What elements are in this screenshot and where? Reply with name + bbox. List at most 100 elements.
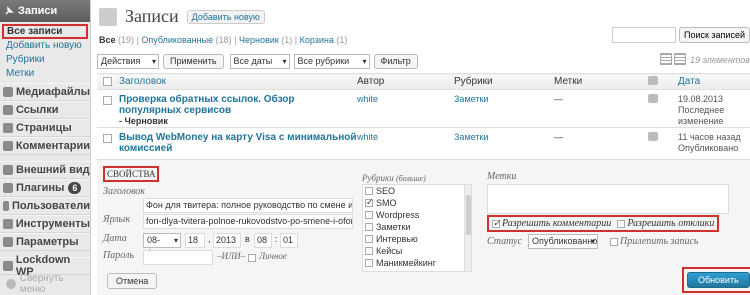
month-select[interactable]: 08-Авг bbox=[143, 233, 181, 258]
private-label: Личное bbox=[259, 251, 287, 261]
status-select[interactable]: Опубликованно bbox=[528, 234, 599, 249]
menu-plugins[interactable]: Плагины 6 bbox=[0, 179, 90, 197]
links-icon bbox=[3, 105, 13, 115]
category-item[interactable]: Интервью bbox=[363, 233, 471, 245]
status-label: Статус bbox=[487, 236, 523, 247]
sticky-label: Прилепить запись bbox=[620, 236, 699, 247]
scrollbar-thumb[interactable] bbox=[466, 195, 471, 235]
update-button[interactable]: Обновить bbox=[687, 272, 750, 288]
dates-select[interactable]: Все даты bbox=[229, 53, 290, 69]
category-checkbox[interactable] bbox=[365, 259, 373, 267]
comment-count-icon[interactable] bbox=[648, 94, 658, 103]
allow-pings-checkbox[interactable] bbox=[617, 219, 626, 228]
media-icon bbox=[3, 87, 13, 97]
select-all-checkbox[interactable] bbox=[103, 76, 112, 86]
post-date-status: Последнее bbox=[678, 105, 725, 115]
appearance-icon bbox=[3, 165, 13, 175]
category-checkbox[interactable] bbox=[365, 235, 373, 243]
category-checkbox[interactable] bbox=[365, 223, 373, 231]
menu-links-label: Ссылки bbox=[16, 104, 59, 116]
comments-column-icon[interactable] bbox=[648, 75, 658, 85]
menu-posts[interactable]: Записи bbox=[0, 0, 90, 22]
menu-users[interactable]: Пользователи bbox=[0, 197, 90, 215]
search-button[interactable]: Поиск записей bbox=[678, 27, 750, 43]
category-checkbox[interactable] bbox=[365, 247, 373, 255]
category-item[interactable]: Маникмейкинг bbox=[363, 257, 471, 269]
post-category[interactable]: Заметки bbox=[454, 89, 554, 128]
year-input[interactable]: 2013 bbox=[213, 233, 241, 248]
title-label: Заголовок bbox=[103, 186, 145, 197]
post-author[interactable]: white bbox=[357, 89, 454, 128]
submenu-categories[interactable]: Рубрики bbox=[0, 53, 90, 67]
menu-settings[interactable]: Параметры bbox=[0, 233, 90, 251]
slug-input[interactable]: fon-dlya-tvitera-polnoe-rukovodstvo-po-s… bbox=[143, 214, 353, 229]
column-date[interactable]: Дата bbox=[678, 73, 750, 90]
category-item[interactable]: Кейсы bbox=[363, 245, 471, 257]
sticky-checkbox[interactable] bbox=[610, 237, 619, 246]
view-mode-switch bbox=[658, 53, 686, 65]
post-date: 11 часов назад bbox=[678, 132, 741, 142]
category-item[interactable]: Заметки bbox=[363, 221, 471, 233]
menu-media-label: Медиафайлы bbox=[15, 86, 90, 98]
submenu-add-new[interactable]: Добавить новую bbox=[0, 39, 90, 53]
post-category[interactable]: Заметки bbox=[454, 127, 554, 161]
password-input[interactable] bbox=[143, 250, 213, 265]
comment-count-icon[interactable] bbox=[648, 132, 658, 141]
quick-edit-panel: СВОЙСТВА Заголовок Фон для твитера: полн… bbox=[97, 159, 750, 295]
cancel-button[interactable]: Отмена bbox=[107, 273, 158, 289]
menu-appearance-label: Внешний вид bbox=[16, 164, 90, 176]
category-item[interactable]: SEO bbox=[363, 185, 471, 197]
add-new-button[interactable]: Добавить новую bbox=[186, 9, 265, 24]
row-checkbox[interactable] bbox=[103, 96, 112, 105]
menu-comments[interactable]: Комментарии bbox=[0, 137, 90, 155]
submenu-tags[interactable]: Метки bbox=[0, 67, 90, 81]
categories-label: Рубрики (больше) bbox=[362, 173, 426, 183]
bulk-action-select[interactable]: Действия bbox=[97, 53, 159, 69]
filter-button[interactable]: Фильтр bbox=[373, 53, 418, 69]
search-input[interactable] bbox=[611, 27, 676, 43]
category-checkbox[interactable] bbox=[365, 211, 373, 219]
items-count: 19 элементов bbox=[690, 55, 750, 65]
post-tags: — bbox=[554, 89, 644, 128]
row-checkbox[interactable] bbox=[103, 134, 112, 143]
menu-media[interactable]: Медиафайлы bbox=[0, 83, 90, 101]
hour-input[interactable]: 08 bbox=[254, 233, 272, 248]
categories-scrollbar[interactable] bbox=[464, 185, 471, 271]
category-checkbox[interactable] bbox=[365, 197, 374, 208]
excerpt-view-icon[interactable] bbox=[674, 53, 686, 65]
filter-draft[interactable]: Черновик bbox=[239, 35, 279, 45]
post-author[interactable]: white bbox=[357, 127, 454, 161]
lockdown-icon bbox=[3, 261, 13, 271]
column-title[interactable]: Заголовок bbox=[119, 73, 357, 90]
categories-more-link[interactable]: (больше) bbox=[396, 174, 426, 183]
tags-textarea[interactable] bbox=[487, 184, 729, 214]
menu-tools[interactable]: Инструменты bbox=[0, 215, 90, 233]
minute-input[interactable]: 01 bbox=[280, 233, 298, 248]
post-title-link-cont[interactable]: комиссией bbox=[119, 143, 357, 154]
menu-comments-label: Комментарии bbox=[15, 140, 90, 152]
category-item[interactable]: SMO bbox=[363, 197, 471, 209]
private-checkbox[interactable] bbox=[248, 254, 256, 262]
menu-posts-label: Записи bbox=[18, 5, 58, 17]
apply-button[interactable]: Применить bbox=[163, 53, 224, 69]
category-checkbox[interactable] bbox=[365, 187, 373, 195]
menu-plugins-label: Плагины bbox=[16, 182, 65, 194]
post-state: - Черновик bbox=[119, 116, 168, 126]
allow-comments-checkbox[interactable] bbox=[492, 218, 501, 229]
list-view-icon[interactable] bbox=[660, 53, 672, 65]
filter-published[interactable]: Опубликованные bbox=[141, 35, 213, 45]
users-icon bbox=[3, 201, 9, 211]
filter-trash[interactable]: Корзина bbox=[300, 35, 334, 45]
submenu-all-posts[interactable]: Все записи bbox=[2, 24, 88, 39]
title-input[interactable]: Фон для твитера: полное руководство по с… bbox=[143, 198, 353, 213]
menu-pages[interactable]: Страницы bbox=[0, 119, 90, 137]
post-title-link[interactable]: Вывод WebMoney на карту Visa с минимальн… bbox=[119, 132, 357, 143]
category-item[interactable]: Wordpress bbox=[363, 209, 471, 221]
post-title-link[interactable]: Проверка обратных ссылок. Обзор популярн… bbox=[119, 94, 357, 116]
menu-appearance[interactable]: Внешний вид bbox=[0, 161, 90, 179]
day-input[interactable]: 18 bbox=[185, 233, 205, 248]
categories-select[interactable]: Все рубрики bbox=[293, 53, 370, 69]
collapse-menu[interactable]: Свернуть меню bbox=[0, 273, 90, 295]
filter-all[interactable]: Все bbox=[99, 35, 116, 45]
menu-links[interactable]: Ссылки bbox=[0, 101, 90, 119]
